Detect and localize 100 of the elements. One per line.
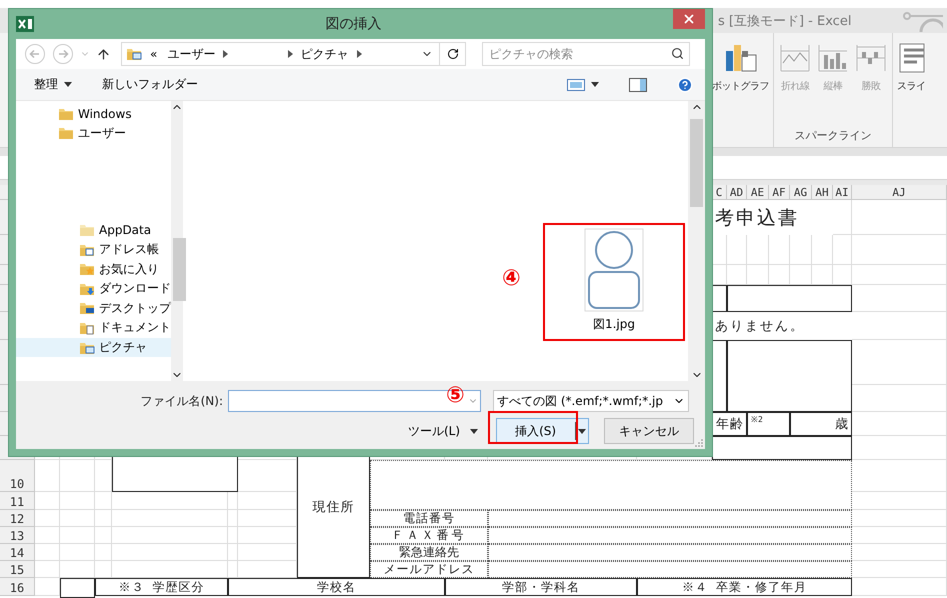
grid-cell[interactable] — [238, 460, 297, 492]
grid-cell[interactable] — [852, 492, 947, 510]
view-button[interactable] — [567, 78, 599, 90]
grid-cell[interactable] — [112, 527, 228, 544]
grid-cell[interactable] — [852, 312, 947, 340]
grid-cell[interactable] — [95, 544, 112, 561]
grid-cell[interactable] — [35, 544, 60, 561]
grid-cell[interactable] — [112, 510, 228, 527]
grid-cell[interactable] — [112, 544, 228, 561]
column-header[interactable]: AE — [747, 185, 769, 200]
organize-button[interactable]: 整理 — [34, 76, 72, 93]
grid-cell[interactable] — [238, 510, 297, 527]
scrollbar[interactable] — [171, 101, 183, 381]
forward-button[interactable] — [52, 43, 74, 65]
grid-cell[interactable] — [769, 265, 790, 285]
grid-cell[interactable] — [95, 460, 112, 492]
file-type-select[interactable]: すべての図 (*.emf;*.wmf;*.jp — [493, 390, 689, 412]
search-field[interactable]: ピクチャの検索 — [482, 42, 690, 66]
grid-cell[interactable] — [712, 265, 727, 285]
row-header[interactable]: 15 — [0, 561, 35, 578]
grid-cell[interactable] — [228, 561, 238, 578]
ribbon-button[interactable]: ボットグラフ — [711, 39, 770, 95]
folder-item[interactable]: ピクチャ — [16, 338, 171, 358]
up-button[interactable] — [96, 46, 111, 62]
grid-cell[interactable] — [95, 527, 112, 544]
grid-cell[interactable] — [852, 460, 947, 492]
grid-cell[interactable] — [60, 510, 95, 527]
grid-cell[interactable] — [238, 527, 297, 544]
ribbon-button[interactable]: スライ — [896, 39, 926, 95]
grid-cell[interactable] — [35, 578, 60, 596]
folder-item[interactable]: ドキュメント — [16, 318, 171, 338]
help-button[interactable] — [677, 76, 693, 92]
close-button[interactable] — [673, 9, 705, 29]
grid-cell[interactable] — [35, 492, 60, 510]
grid-cell[interactable] — [852, 561, 947, 578]
grid-cell[interactable] — [60, 492, 95, 510]
grid-cell[interactable] — [833, 235, 852, 265]
row-header[interactable]: 10 — [0, 460, 35, 492]
grid-cell[interactable] — [852, 578, 947, 596]
folder-item[interactable]: ユーザー — [16, 124, 171, 144]
grid-cell[interactable] — [228, 527, 238, 544]
column-header[interactable]: AG — [790, 185, 812, 200]
grid-cell[interactable] — [852, 544, 947, 561]
grid-cell[interactable] — [852, 200, 947, 235]
grid-cell[interactable] — [852, 510, 947, 527]
new-folder-button[interactable]: 新しいフォルダー — [102, 76, 198, 93]
grid-cell[interactable] — [852, 285, 947, 312]
address-bar[interactable]: « ユーザー ピクチャ — [121, 42, 466, 66]
grid-cell[interactable] — [35, 527, 60, 544]
column-header[interactable]: AI — [833, 185, 852, 200]
grid-cell[interactable] — [95, 561, 112, 578]
file-item[interactable]: 図1.jpg — [584, 228, 644, 333]
grid-cell[interactable] — [833, 200, 852, 235]
grid-cell[interactable] — [35, 561, 60, 578]
grid-cell[interactable] — [747, 265, 769, 285]
grid-cell[interactable] — [769, 235, 790, 265]
grid-cell[interactable] — [60, 544, 95, 561]
grid-cell[interactable] — [95, 492, 112, 510]
grid-cell[interactable] — [238, 544, 297, 561]
column-header[interactable]: AD — [727, 185, 747, 200]
row-header[interactable]: 11 — [0, 492, 35, 510]
folder-item[interactable]: AppData — [16, 220, 171, 240]
folder-item[interactable]: デスクトップ — [16, 298, 171, 318]
grid-cell[interactable] — [852, 385, 947, 412]
column-header[interactable]: AF — [769, 185, 790, 200]
row-header[interactable]: 14 — [0, 544, 35, 561]
grid-cell[interactable] — [60, 460, 95, 492]
grid-cell[interactable] — [60, 527, 95, 544]
grid-cell[interactable] — [35, 510, 60, 527]
back-button[interactable] — [24, 43, 46, 65]
grid-cell[interactable] — [60, 561, 95, 578]
grid-cell[interactable] — [238, 561, 297, 578]
grid-cell[interactable] — [95, 510, 112, 527]
grid-cell[interactable] — [852, 340, 947, 385]
grid-cell[interactable] — [833, 265, 852, 285]
grid-cell[interactable] — [852, 436, 947, 460]
scroll-thumb[interactable] — [173, 238, 186, 301]
scrollbar[interactable] — [688, 101, 705, 381]
cancel-button[interactable]: キャンセル — [604, 418, 694, 444]
grid-cell[interactable] — [727, 265, 747, 285]
grid-cell[interactable] — [747, 235, 769, 265]
folder-item[interactable]: お気に入り — [16, 259, 171, 279]
grid-cell[interactable] — [112, 492, 228, 510]
row-header[interactable]: 13 — [0, 527, 35, 544]
grid-cell[interactable] — [35, 460, 60, 492]
grid-cell[interactable] — [712, 235, 727, 265]
grid-cell[interactable] — [790, 265, 812, 285]
grid-cell[interactable] — [852, 527, 947, 544]
insert-button[interactable]: 挿入(S) — [496, 418, 590, 444]
grid-cell[interactable] — [852, 235, 947, 265]
column-header[interactable]: C — [712, 185, 727, 200]
preview-pane-button[interactable] — [629, 78, 647, 92]
grid-cell[interactable] — [228, 510, 238, 527]
folder-item[interactable]: Windows — [16, 104, 171, 124]
grid-cell[interactable] — [238, 492, 297, 510]
grid-cell[interactable] — [852, 265, 947, 285]
grid-cell[interactable] — [727, 235, 747, 265]
grid-cell[interactable] — [812, 265, 833, 285]
scroll-thumb[interactable] — [690, 119, 703, 207]
grid-cell[interactable] — [812, 235, 833, 265]
